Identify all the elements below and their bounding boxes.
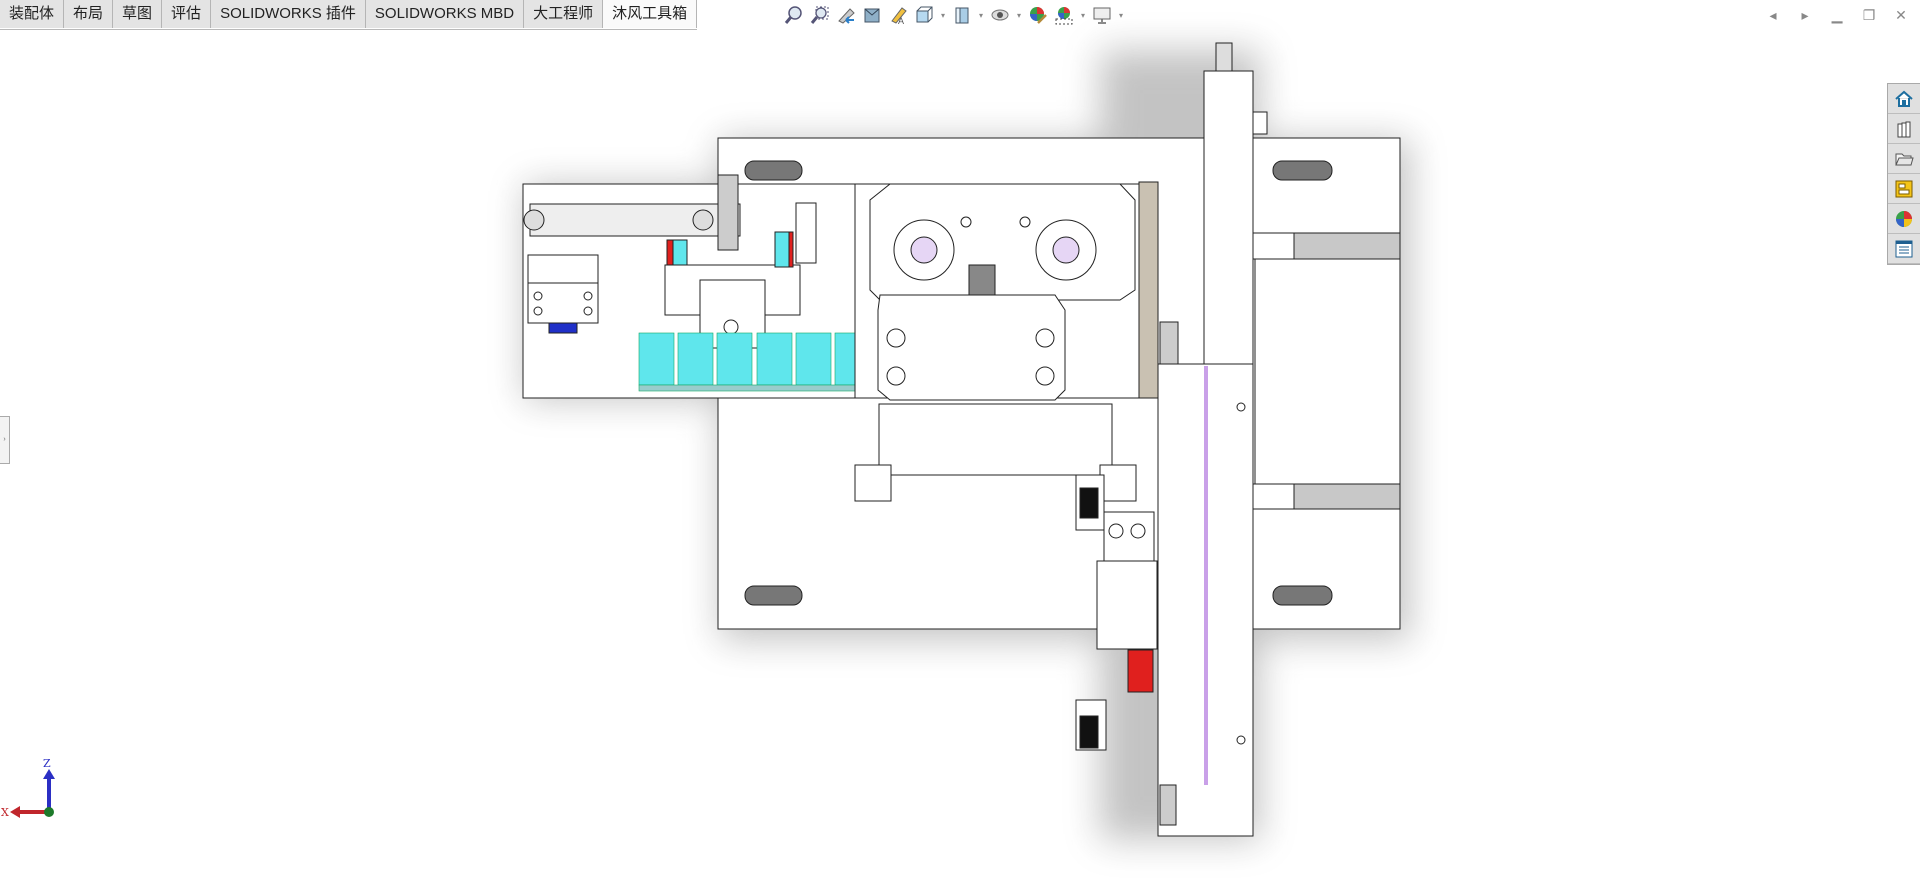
blue-knob bbox=[548, 322, 578, 334]
reference-triad: Z X bbox=[1, 757, 55, 819]
triad-origin bbox=[44, 807, 54, 817]
graphics-area-model[interactable] bbox=[0, 0, 1920, 881]
z-axis-label: Z bbox=[43, 757, 51, 770]
x-axis-label: X bbox=[1, 806, 9, 819]
